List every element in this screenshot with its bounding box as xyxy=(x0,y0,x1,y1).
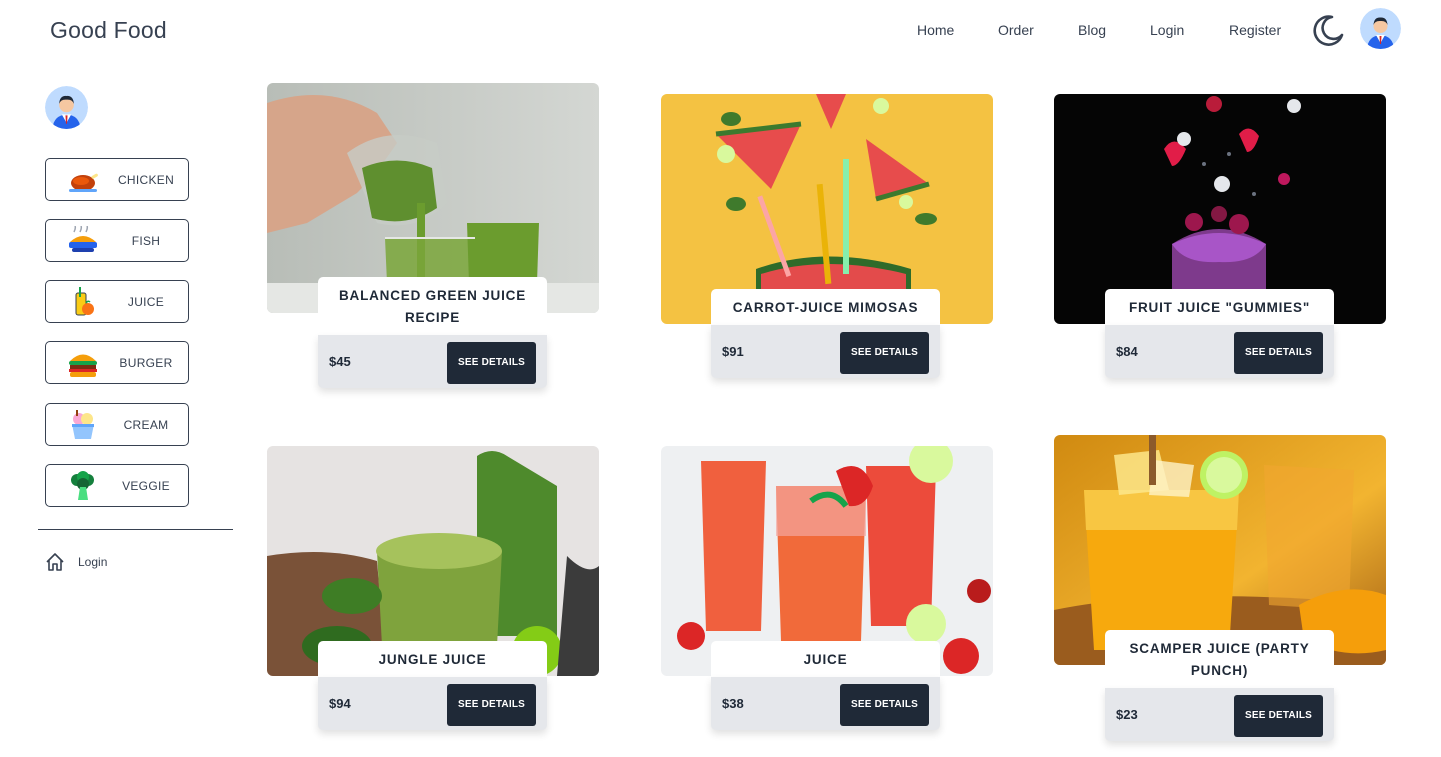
moon-icon[interactable] xyxy=(1311,13,1345,47)
sidebar-divider xyxy=(38,529,233,530)
nav-blog-link[interactable]: Blog xyxy=(1078,22,1106,38)
see-details-button[interactable]: SEE DETAILS xyxy=(840,332,929,374)
product-price: $45 xyxy=(329,354,351,369)
product-footer: $38 SEE DETAILS xyxy=(711,677,940,730)
main-nav: Home Order Blog Login Register xyxy=(900,22,1300,42)
nav-register-link[interactable]: Register xyxy=(1229,22,1281,38)
category-label: CHICKEN xyxy=(117,173,175,187)
product-title: JUICE xyxy=(711,641,940,677)
product-footer: $84 SEE DETAILS xyxy=(1105,325,1334,378)
category-fish-button[interactable]: FISH xyxy=(45,219,189,262)
category-label: FISH xyxy=(131,234,161,248)
category-burger-button[interactable]: BURGER xyxy=(45,341,189,384)
user-avatar-icon[interactable] xyxy=(1360,8,1401,49)
see-details-button[interactable]: SEE DETAILS xyxy=(447,684,536,726)
product-footer: $91 SEE DETAILS xyxy=(711,325,940,378)
product-title: SCAMPER JUICE (PARTY PUNCH) xyxy=(1105,630,1334,688)
burger-icon xyxy=(66,348,100,378)
product-price: $23 xyxy=(1116,707,1138,722)
category-cream-button[interactable]: CREAM xyxy=(45,403,189,446)
product-footer: $23 SEE DETAILS xyxy=(1105,688,1334,741)
product-price: $94 xyxy=(329,696,351,711)
sidebar-login-label: Login xyxy=(78,555,108,569)
product-price: $91 xyxy=(722,344,744,359)
see-details-button[interactable]: SEE DETAILS xyxy=(447,342,536,384)
category-veggie-button[interactable]: VEGGIE xyxy=(45,464,189,507)
nav-home-link[interactable]: Home xyxy=(917,22,954,38)
product-title: BALANCED GREEN JUICE RECIPE xyxy=(318,277,547,335)
nav-login-link[interactable]: Login xyxy=(1150,22,1184,38)
product-title: CARROT-JUICE MIMOSAS xyxy=(711,289,940,325)
category-label: BURGER xyxy=(119,356,173,370)
category-label: JUICE xyxy=(127,295,165,309)
product-title: JUNGLE JUICE xyxy=(318,641,547,677)
product-price: $84 xyxy=(1116,344,1138,359)
see-details-button[interactable]: SEE DETAILS xyxy=(840,684,929,726)
product-footer: $94 SEE DETAILS xyxy=(318,677,547,730)
nav-order-link[interactable]: Order xyxy=(998,22,1034,38)
see-details-button[interactable]: SEE DETAILS xyxy=(1234,695,1323,737)
product-title: FRUIT JUICE "GUMMIES" xyxy=(1105,289,1334,325)
product-footer: $45 SEE DETAILS xyxy=(318,335,547,388)
category-juice-button[interactable]: JUICE xyxy=(45,280,189,323)
see-details-button[interactable]: SEE DETAILS xyxy=(1234,332,1323,374)
sidebar-avatar-icon xyxy=(45,86,88,129)
category-chicken-button[interactable]: CHICKEN xyxy=(45,158,189,201)
sidebar-login-link[interactable]: Login xyxy=(45,552,107,572)
roast-chicken-icon xyxy=(66,165,100,195)
category-label: VEGGIE xyxy=(122,479,170,493)
home-icon xyxy=(45,552,65,572)
brand-logo[interactable]: Good Food xyxy=(50,17,167,44)
category-label: CREAM xyxy=(123,418,169,432)
broccoli-icon xyxy=(66,471,100,501)
product-price: $38 xyxy=(722,696,744,711)
ice-cream-icon xyxy=(66,410,100,440)
fish-dish-icon xyxy=(66,226,100,256)
juice-icon xyxy=(66,287,100,317)
